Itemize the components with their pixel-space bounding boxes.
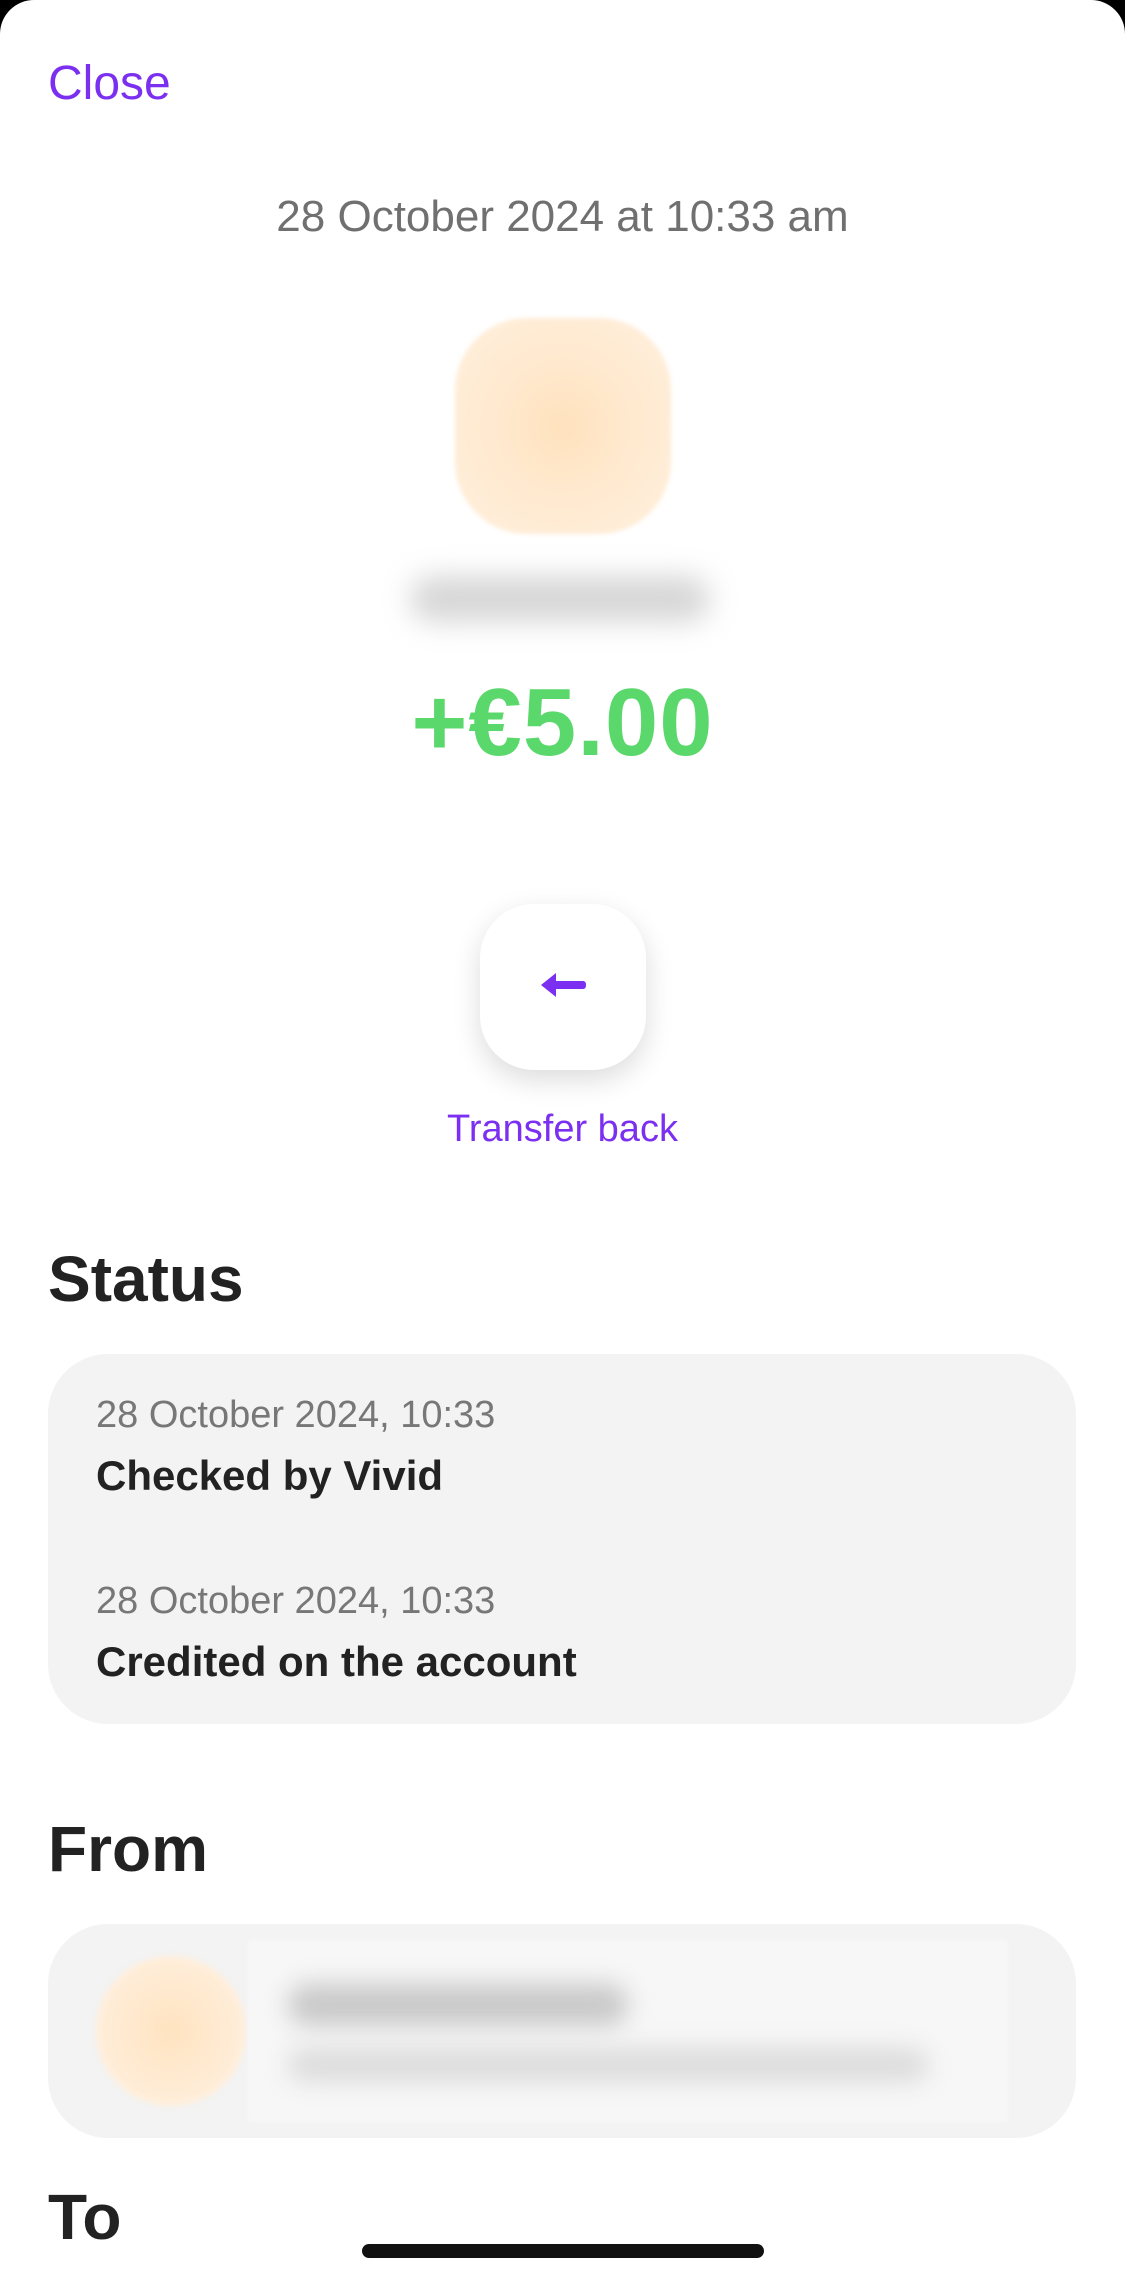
sender-avatar xyxy=(96,1956,246,2106)
from-account-card[interactable] xyxy=(48,1924,1076,2138)
status-card: 28 October 2024, 10:33 Checked by Vivid … xyxy=(48,1354,1076,1724)
sender-account-redacted xyxy=(288,2048,928,2082)
transaction-amount: +€5.00 xyxy=(411,669,714,776)
counterparty-name-redacted xyxy=(410,576,710,622)
status-section-title: Status xyxy=(48,1243,244,1315)
to-section-title: To xyxy=(48,2181,122,2253)
transaction-datetime: 28 October 2024 at 10:33 am xyxy=(276,192,849,241)
sender-details-redacted xyxy=(248,1940,1008,2122)
close-button[interactable]: Close xyxy=(48,56,171,111)
from-section-title: From xyxy=(48,1813,208,1885)
arrow-left-icon xyxy=(539,970,587,1005)
status-event-text: Checked by Vivid xyxy=(96,1452,444,1499)
transfer-back-label[interactable]: Transfer back xyxy=(0,1108,1125,1151)
counterparty-avatar xyxy=(455,318,671,534)
status-event-text: Credited on the account xyxy=(96,1638,577,1685)
status-event-date: 28 October 2024, 10:33 xyxy=(96,1394,496,1436)
transfer-back-button[interactable] xyxy=(480,904,646,1070)
status-event-date: 28 October 2024, 10:33 xyxy=(96,1580,496,1622)
home-indicator[interactable] xyxy=(362,2244,764,2258)
sender-name-redacted xyxy=(288,1984,628,2026)
transaction-details-sheet: Close 28 October 2024 at 10:33 am +€5.00… xyxy=(0,0,1125,2284)
